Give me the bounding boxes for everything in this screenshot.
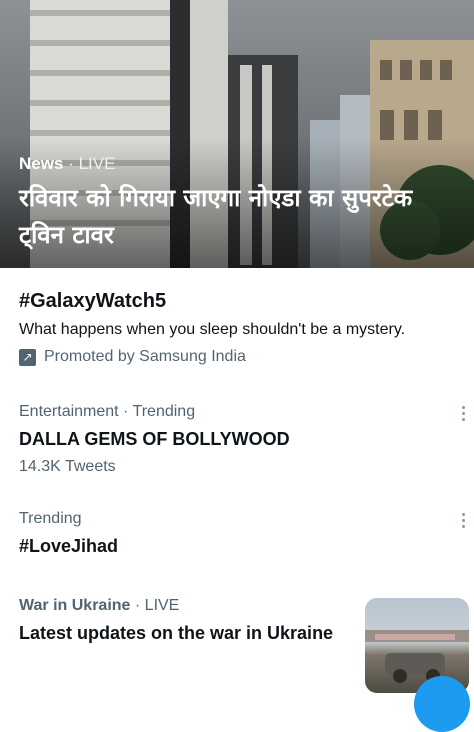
news-meta: War in Ukraine · LIVE xyxy=(19,597,333,615)
hero-category: News xyxy=(19,154,64,173)
promoted-arrow-icon: ↗ xyxy=(19,348,36,366)
news-category: War in Ukraine xyxy=(19,597,131,614)
news-item[interactable]: War in Ukraine · LIVE Latest updates on … xyxy=(19,597,333,644)
trend-title: #LoveJihad xyxy=(19,536,119,556)
trend-context: Trending xyxy=(19,510,82,527)
promoted-description: What happens when you sleep shouldn't be… xyxy=(19,321,406,338)
promoted-by-label: Promoted by Samsung India xyxy=(44,348,246,365)
promoted-trend[interactable]: #GalaxyWatch5 What happens when you slee… xyxy=(19,290,405,366)
trend-title: DALLA GEMS OF BOLLYWOOD xyxy=(19,429,290,449)
news-live-label: · LIVE xyxy=(134,597,180,614)
more-options-icon[interactable] xyxy=(460,513,466,528)
hero-separator: · xyxy=(68,154,74,173)
trend-item[interactable]: Entertainment · Trending DALLA GEMS OF B… xyxy=(19,403,290,476)
trend-tweet-count: 14.3K Tweets xyxy=(19,458,116,475)
hero-news-card[interactable]: News · LIVE रविवार को गिराया जाएगा नोएडा… xyxy=(0,0,474,268)
trend-context: Entertainment · Trending xyxy=(19,403,196,420)
hero-headline: रविवार को गिराया जाएगा नोएडा का सुपरटेक … xyxy=(19,184,413,249)
trend-item[interactable]: Trending #LoveJihad xyxy=(19,510,118,557)
promoted-by-row: ↗ Promoted by Samsung India xyxy=(19,348,405,366)
hero-live-label: LIVE xyxy=(78,154,116,173)
promoted-hashtag: #GalaxyWatch5 xyxy=(19,290,167,312)
news-title: Latest updates on the war in Ukraine xyxy=(19,623,334,643)
more-options-icon[interactable] xyxy=(460,406,466,421)
hero-meta: News · LIVE xyxy=(19,154,115,174)
compose-tweet-button[interactable] xyxy=(414,676,470,732)
